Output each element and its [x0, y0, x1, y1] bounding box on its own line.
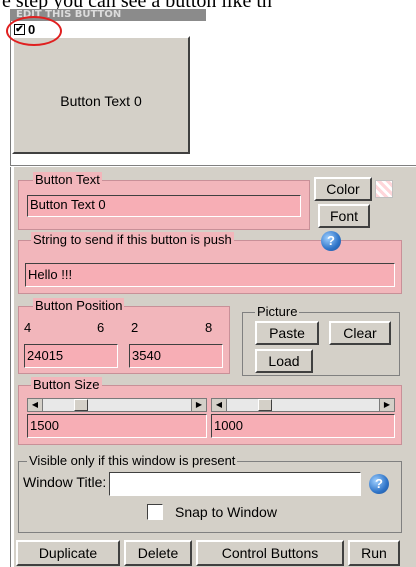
font-button[interactable]: Font [318, 204, 370, 228]
snap-label: Snap to Window [175, 504, 277, 520]
picture-legend: Picture [255, 304, 300, 320]
color-button[interactable]: Color [314, 177, 372, 201]
help-icon[interactable]: ? [369, 474, 389, 494]
button-preview-text: Button Text 0 [60, 93, 142, 109]
visibility-group: Visible only if this window is present W… [18, 453, 402, 533]
position-legend: Button Position [33, 298, 125, 314]
control-buttons-button[interactable]: Control Buttons [196, 540, 344, 566]
width-scrollbar[interactable]: ◀ ▶ [27, 398, 207, 412]
position-x-input[interactable]: 24015 [24, 344, 118, 368]
button-text-group: Button Text Button Text 0 [18, 172, 310, 230]
scroll-right-arrow-icon[interactable]: ▶ [379, 399, 394, 411]
y-min-label: 2 [131, 320, 139, 335]
button-text-input[interactable]: Button Text 0 [27, 195, 301, 217]
button-text-legend: Button Text [33, 172, 102, 188]
scroll-left-arrow-icon[interactable]: ◀ [212, 399, 227, 411]
snap-checkbox[interactable] [147, 504, 163, 520]
color-swatch[interactable] [375, 180, 393, 198]
height-scrollbar[interactable]: ◀ ▶ [211, 398, 395, 412]
scroll-thumb[interactable] [258, 399, 272, 411]
width-input[interactable]: 1500 [27, 414, 207, 438]
position-y-input[interactable]: 3540 [129, 344, 223, 368]
scroll-thumb[interactable] [74, 399, 88, 411]
duplicate-button[interactable]: Duplicate [16, 540, 120, 566]
scroll-left-arrow-icon[interactable]: ◀ [28, 399, 43, 411]
run-button[interactable]: Run [348, 540, 400, 566]
paste-button[interactable]: Paste [255, 321, 319, 345]
string-legend: String to send if this button is push [31, 232, 234, 248]
picture-group: Picture Paste Clear Load [242, 304, 400, 376]
delete-button[interactable]: Delete [124, 540, 192, 566]
visibility-legend: Visible only if this window is present [27, 453, 238, 469]
size-legend: Button Size [31, 377, 102, 393]
button-preview[interactable]: Button Text 0 [12, 36, 190, 154]
x-min-label: 4 [24, 320, 32, 335]
height-input[interactable]: 1000 [211, 414, 395, 438]
help-icon[interactable]: ? [321, 231, 341, 251]
page-header-fragment: e step you can see a button like th [0, 0, 416, 9]
x-max-label: 6 [97, 320, 105, 335]
string-input[interactable]: Hello !!! [25, 263, 395, 287]
window-title-label: Window Title: [23, 474, 107, 490]
scroll-right-arrow-icon[interactable]: ▶ [191, 399, 206, 411]
annotation-circle [6, 16, 62, 46]
load-button[interactable]: Load [255, 349, 313, 373]
window-title-input[interactable] [109, 472, 361, 496]
size-group: Button Size ◀ ▶ ◀ ▶ 1500 1000 [18, 377, 402, 445]
y-max-label: 8 [205, 320, 213, 335]
position-group: Button Position 4 6 2 8 24015 3540 [18, 298, 230, 374]
string-group: String to send if this button is push ? … [18, 231, 402, 294]
clear-button[interactable]: Clear [329, 321, 391, 345]
